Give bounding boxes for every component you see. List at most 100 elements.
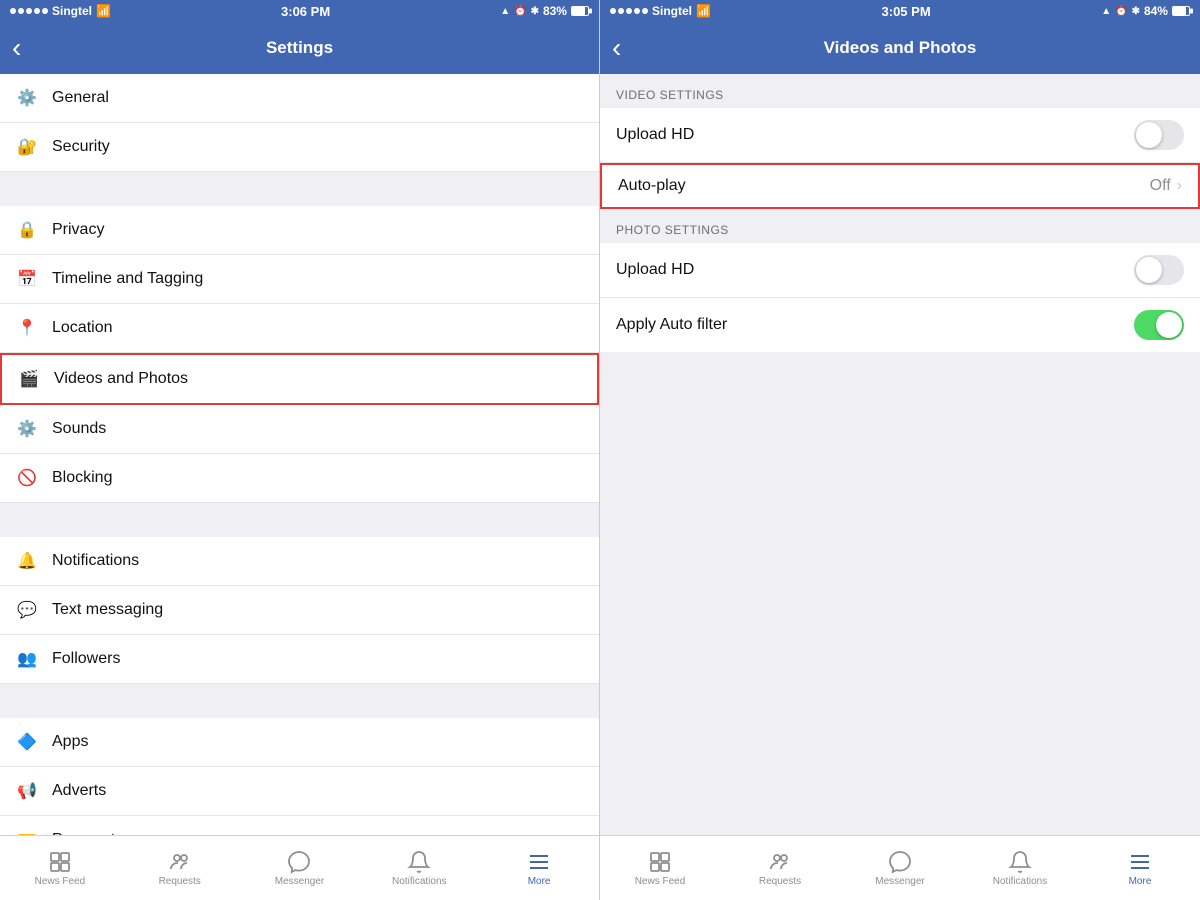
time-right: 3:05 PM	[882, 4, 931, 19]
battery-pct-right: 84%	[1144, 4, 1168, 18]
tab-news-feed-right[interactable]: News Feed	[600, 836, 720, 900]
back-button-left[interactable]: ‹	[12, 32, 31, 64]
news-feed-icon-left	[48, 850, 72, 874]
photo-settings-group: Upload HD Apply Auto filter	[600, 243, 1200, 352]
page-title-right: Videos and Photos	[824, 38, 977, 58]
carrier-left: Singtel 📶	[10, 4, 111, 18]
messenger-icon-right	[888, 850, 912, 874]
location-icon-left: ▲	[500, 6, 510, 17]
battery-icon-left	[571, 6, 589, 16]
right-panel: Singtel 📶 3:05 PM ▲ ⏰ ✱ 84% ‹ Videos and…	[600, 0, 1200, 900]
tab-requests-label-left: Requests	[159, 876, 201, 887]
nav-header-right: ‹ Videos and Photos	[600, 22, 1200, 74]
tab-more-left[interactable]: More	[479, 836, 599, 900]
photo-upload-hd-toggle[interactable]	[1134, 255, 1184, 285]
settings-section-3: Notifications Text messaging Followers	[0, 537, 599, 684]
adverts-label: Adverts	[52, 782, 106, 800]
tab-requests-right[interactable]: Requests	[720, 836, 840, 900]
videos-label: Videos and Photos	[54, 370, 188, 388]
notifications-icon-right	[1008, 850, 1032, 874]
notifications-label: Notifications	[52, 552, 139, 570]
settings-item-payments[interactable]: Payments	[0, 816, 599, 835]
settings-item-videos[interactable]: Videos and Photos	[0, 353, 599, 405]
settings-item-notifications[interactable]: Notifications	[0, 537, 599, 586]
video-upload-hd-toggle[interactable]	[1134, 120, 1184, 150]
status-bar-left: Singtel 📶 3:06 PM ▲ ⏰ ✱ 83%	[0, 0, 599, 22]
tab-notifications-left[interactable]: Notifications	[359, 836, 479, 900]
video-section-heading: VIDEO SETTINGS	[600, 74, 1200, 108]
location-icon-right: ▲	[1101, 6, 1111, 17]
bluetooth-icon-left: ✱	[531, 6, 539, 17]
video-upload-hd-row[interactable]: Upload HD	[600, 108, 1200, 163]
tab-messenger-label-left: Messenger	[275, 876, 324, 887]
tab-more-right[interactable]: More	[1080, 836, 1200, 900]
auto-filter-toggle[interactable]	[1134, 310, 1184, 340]
settings-item-location[interactable]: Location	[0, 304, 599, 353]
settings-section-2: Privacy Timeline and Tagging Location Vi…	[0, 206, 599, 503]
signal-dots-right	[610, 8, 648, 14]
tab-news-feed-label-left: News Feed	[35, 876, 86, 887]
wifi-icon-left: 📶	[96, 4, 111, 18]
settings-content: General Security Privacy Timeline and Ta…	[0, 74, 599, 835]
photo-upload-hd-row[interactable]: Upload HD	[600, 243, 1200, 298]
news-feed-icon-right	[648, 850, 672, 874]
page-title-left: Settings	[266, 38, 333, 58]
blocking-label: Blocking	[52, 469, 112, 487]
security-label: Security	[52, 138, 110, 156]
battery-pct-left: 83%	[543, 4, 567, 18]
tab-notifications-right[interactable]: Notifications	[960, 836, 1080, 900]
back-button-right[interactable]: ‹	[612, 32, 631, 64]
autoplay-row[interactable]: Auto-play Off ›	[600, 163, 1200, 209]
location-icon	[14, 315, 40, 341]
auto-filter-label: Apply Auto filter	[616, 316, 727, 334]
location-label: Location	[52, 319, 113, 337]
time-left: 3:06 PM	[281, 4, 330, 19]
general-icon	[14, 85, 40, 111]
settings-item-timeline[interactable]: Timeline and Tagging	[0, 255, 599, 304]
settings-item-general[interactable]: General	[0, 74, 599, 123]
privacy-icon	[14, 217, 40, 243]
tab-messenger-right[interactable]: Messenger	[840, 836, 960, 900]
status-right-right: ▲ ⏰ ✱ 84%	[1101, 4, 1190, 18]
carrier-right: Singtel 📶	[610, 4, 711, 18]
messenger-icon-left	[287, 850, 311, 874]
left-panel: Singtel 📶 3:06 PM ▲ ⏰ ✱ 83% ‹ Settings G…	[0, 0, 600, 900]
carrier-name-left: Singtel	[52, 4, 92, 18]
timeline-label: Timeline and Tagging	[52, 270, 203, 288]
text-icon	[14, 597, 40, 623]
video-upload-hd-label: Upload HD	[616, 126, 694, 144]
blocking-icon	[14, 465, 40, 491]
settings-item-text[interactable]: Text messaging	[0, 586, 599, 635]
tab-notifications-label-left: Notifications	[392, 876, 446, 887]
tab-notifications-label-right: Notifications	[993, 876, 1047, 887]
autoplay-value: Off	[1150, 177, 1171, 195]
video-settings-group: Upload HD Auto-play Off ›	[600, 108, 1200, 209]
gray-area-right	[600, 352, 1200, 835]
tab-news-feed-left[interactable]: News Feed	[0, 836, 120, 900]
tab-messenger-left[interactable]: Messenger	[240, 836, 360, 900]
alarm-icon-left: ⏰	[514, 6, 526, 17]
more-icon-right	[1128, 850, 1152, 874]
bluetooth-icon-right: ✱	[1132, 6, 1140, 17]
auto-filter-row[interactable]: Apply Auto filter	[600, 298, 1200, 352]
settings-section-1: General Security	[0, 74, 599, 172]
battery-icon-right	[1172, 6, 1190, 16]
settings-item-security[interactable]: Security	[0, 123, 599, 172]
text-label: Text messaging	[52, 601, 163, 619]
tab-requests-label-right: Requests	[759, 876, 801, 887]
nav-header-left: ‹ Settings	[0, 22, 599, 74]
settings-item-followers[interactable]: Followers	[0, 635, 599, 684]
security-icon	[14, 134, 40, 160]
general-label: General	[52, 89, 109, 107]
tab-requests-left[interactable]: Requests	[120, 836, 240, 900]
settings-item-sounds[interactable]: Sounds	[0, 405, 599, 454]
settings-item-apps[interactable]: Apps	[0, 718, 599, 767]
settings-item-blocking[interactable]: Blocking	[0, 454, 599, 503]
photo-upload-hd-label: Upload HD	[616, 261, 694, 279]
settings-item-privacy[interactable]: Privacy	[0, 206, 599, 255]
payments-icon	[14, 827, 40, 835]
settings-item-adverts[interactable]: Adverts	[0, 767, 599, 816]
adverts-icon	[14, 778, 40, 804]
sounds-label: Sounds	[52, 420, 106, 438]
timeline-icon	[14, 266, 40, 292]
